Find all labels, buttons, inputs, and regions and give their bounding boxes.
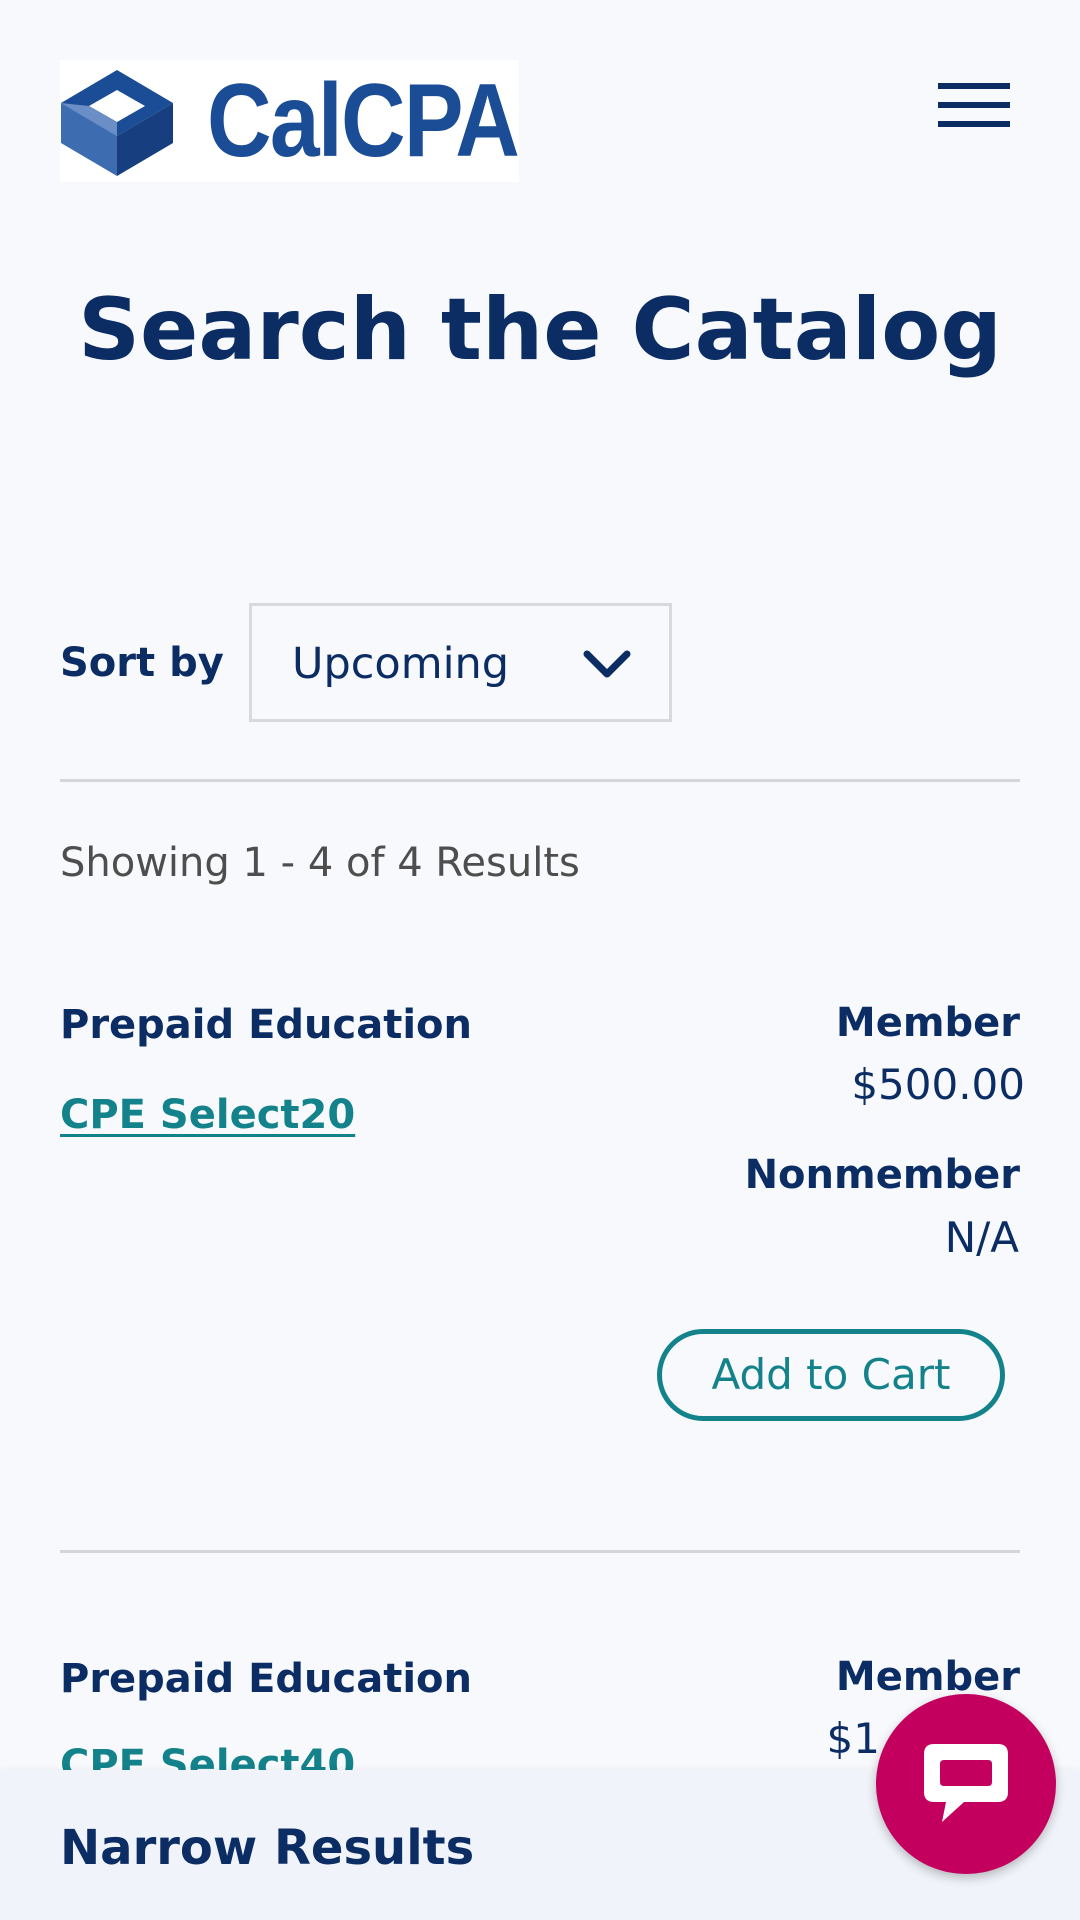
- results-count: Showing 1 - 4 of 4 Results: [60, 840, 580, 886]
- member-price: $1: [826, 1714, 880, 1763]
- sort-dropdown[interactable]: Upcoming: [249, 603, 672, 722]
- chat-button[interactable]: [876, 1694, 1056, 1874]
- divider: [60, 779, 1020, 782]
- member-price-label: Member: [835, 1654, 1020, 1700]
- sort-selected-value: Upcoming: [292, 639, 510, 689]
- divider: [60, 1550, 1020, 1553]
- sort-label: Sort by: [60, 640, 224, 686]
- hamburger-menu-icon[interactable]: [938, 80, 1010, 130]
- chat-bubble-icon: [924, 1744, 1008, 1822]
- nonmember-price-label: Nonmember: [744, 1152, 1020, 1198]
- site-header: CalCPA: [0, 0, 1080, 200]
- logo-wordmark: CalCPA: [207, 63, 520, 179]
- calcpa-logo[interactable]: CalCPA: [60, 60, 520, 182]
- add-to-cart-button[interactable]: Add to Cart: [657, 1329, 1005, 1421]
- narrow-results-label: Narrow Results: [60, 1820, 475, 1876]
- calcpa-logo-mark-icon: [61, 70, 173, 176]
- page-title: Search the Catalog: [78, 280, 1002, 380]
- nonmember-price: N/A: [944, 1213, 1019, 1262]
- item-category: Prepaid Education: [60, 1656, 472, 1702]
- item-title-link[interactable]: CPE Select20: [60, 1090, 355, 1140]
- chevron-down-icon: [583, 650, 631, 678]
- item-category: Prepaid Education: [60, 1002, 472, 1048]
- member-price-label: Member: [835, 1000, 1020, 1046]
- member-price: $500.00: [851, 1060, 1025, 1109]
